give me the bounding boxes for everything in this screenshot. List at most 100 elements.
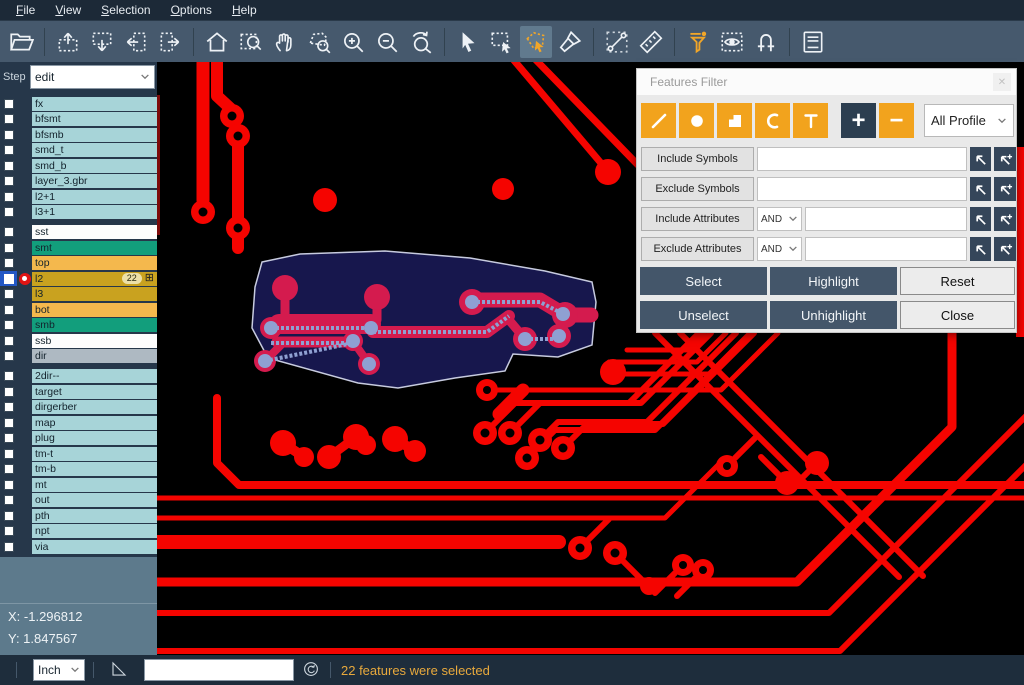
layer-bar-target[interactable]: target xyxy=(32,385,157,399)
layer-checkbox-l2+1[interactable] xyxy=(0,189,17,204)
zoom-previous-icon[interactable] xyxy=(405,26,437,58)
shift-down-icon[interactable] xyxy=(86,26,118,58)
snap-magnet-icon[interactable] xyxy=(750,26,782,58)
layer-checkbox-smd_t[interactable] xyxy=(0,143,17,158)
include-attributes-button[interactable]: Include Attributes xyxy=(641,207,754,231)
pan-hand-icon[interactable] xyxy=(269,26,301,58)
layer-bar-out[interactable]: out xyxy=(32,493,157,507)
layer-bar-smd_t[interactable]: smd_t xyxy=(32,143,157,157)
rect-select-icon[interactable] xyxy=(486,26,518,58)
clean-brush-icon[interactable] xyxy=(554,26,586,58)
menu-file[interactable]: File xyxy=(6,1,45,19)
assign-arrow-plus-icon[interactable] xyxy=(994,177,1016,201)
zoom-window-icon[interactable] xyxy=(235,26,267,58)
view-options-icon[interactable] xyxy=(716,26,748,58)
home-view-icon[interactable] xyxy=(201,26,233,58)
zoom-in-icon[interactable] xyxy=(337,26,369,58)
layer-checkbox-fx[interactable] xyxy=(0,96,17,111)
layer-bar-tm-b[interactable]: tm-b xyxy=(32,462,157,476)
add-filter-button[interactable]: + xyxy=(841,103,876,138)
exclude-symbols-input[interactable] xyxy=(757,177,967,201)
highlight-button[interactable]: Highlight xyxy=(770,267,897,295)
unhighlight-button[interactable]: Unhighlight xyxy=(770,301,897,329)
arc-tool-icon[interactable] xyxy=(755,103,790,138)
include-attributes-logic-dropdown[interactable]: AND xyxy=(757,207,802,231)
surface-tool-icon[interactable] xyxy=(717,103,752,138)
profile-dropdown[interactable]: All Profile xyxy=(924,104,1014,137)
layer-bar-bfsmt[interactable]: bfsmt xyxy=(32,112,157,126)
shift-up-icon[interactable] xyxy=(52,26,84,58)
units-dropdown[interactable]: Inch xyxy=(33,659,85,681)
layer-checkbox-tm-t[interactable] xyxy=(0,446,17,461)
layer-bar-2dir--[interactable]: 2dir-- xyxy=(32,369,157,383)
layer-checkbox-layer_3.gbr[interactable] xyxy=(0,174,17,189)
include-symbols-button[interactable]: Include Symbols xyxy=(641,147,754,171)
layer-checkbox-2dir--[interactable] xyxy=(0,369,17,384)
pointer-select-icon[interactable] xyxy=(452,26,484,58)
layer-checkbox-tm-b[interactable] xyxy=(0,462,17,477)
layer-bar-layer_3.gbr[interactable]: layer_3.gbr xyxy=(32,174,157,188)
poly-select-icon[interactable] xyxy=(520,26,552,58)
layer-bar-sst[interactable]: sst xyxy=(32,225,157,239)
layer-checkbox-dir[interactable] xyxy=(0,349,17,364)
layer-bar-top[interactable]: top xyxy=(32,256,157,270)
assign-arrow-icon[interactable] xyxy=(970,207,991,231)
unselect-button[interactable]: Unselect xyxy=(640,301,767,329)
layer-checkbox-bfsmt[interactable] xyxy=(0,112,17,127)
layer-checkbox-smb[interactable] xyxy=(0,318,17,333)
menu-help[interactable]: Help xyxy=(222,1,267,19)
exclude-attributes-logic-dropdown[interactable]: AND xyxy=(757,237,802,261)
assign-arrow-icon[interactable] xyxy=(970,147,991,171)
menu-options[interactable]: Options xyxy=(161,1,222,19)
pad-tool-icon[interactable] xyxy=(679,103,714,138)
include-symbols-input[interactable] xyxy=(757,147,967,171)
sync-icon[interactable] xyxy=(302,660,322,680)
layer-bar-l3+1[interactable]: l3+1 xyxy=(32,205,157,219)
zoom-drag-icon[interactable] xyxy=(303,26,335,58)
layer-checkbox-via[interactable] xyxy=(0,539,17,554)
layer-checkbox-sst[interactable] xyxy=(0,225,17,240)
shift-left-icon[interactable] xyxy=(120,26,152,58)
close-icon[interactable]: ✕ xyxy=(993,73,1011,91)
zoom-out-icon[interactable] xyxy=(371,26,403,58)
layer-bar-smd_b[interactable]: smd_b xyxy=(32,159,157,173)
layer-bar-plug[interactable]: plug xyxy=(32,431,157,445)
layer-checkbox-dirgerber[interactable] xyxy=(0,400,17,415)
text-tool-icon[interactable] xyxy=(793,103,828,138)
assign-arrow-icon[interactable] xyxy=(970,177,991,201)
layer-bar-map[interactable]: map xyxy=(32,416,157,430)
assign-arrow-icon[interactable] xyxy=(970,237,991,261)
layer-checkbox-l3[interactable] xyxy=(0,287,17,302)
exclude-symbols-button[interactable]: Exclude Symbols xyxy=(641,177,754,201)
assign-arrow-plus-icon[interactable] xyxy=(994,237,1016,261)
menu-selection[interactable]: Selection xyxy=(91,1,160,19)
layer-checkbox-ssb[interactable] xyxy=(0,333,17,348)
layer-checkbox-target[interactable] xyxy=(0,384,17,399)
layer-checkbox-map[interactable] xyxy=(0,415,17,430)
layer-checkbox-top[interactable] xyxy=(0,256,17,271)
layer-checkbox-mt[interactable] xyxy=(0,477,17,492)
layer-checkbox-pth[interactable] xyxy=(0,508,17,523)
layer-bar-smt[interactable]: smt xyxy=(32,241,157,255)
assign-arrow-plus-icon[interactable] xyxy=(994,147,1016,171)
menu-view[interactable]: View xyxy=(45,1,91,19)
line-tool-icon[interactable] xyxy=(641,103,676,138)
layers-list-icon[interactable] xyxy=(797,26,829,58)
grid-icon[interactable]: ⊞ xyxy=(145,273,154,284)
layer-bar-l2+1[interactable]: l2+1 xyxy=(32,190,157,204)
layer-checkbox-npt[interactable] xyxy=(0,524,17,539)
reset-button[interactable]: Reset xyxy=(900,267,1015,295)
assign-arrow-plus-icon[interactable] xyxy=(994,207,1016,231)
layer-bar-bfsmb[interactable]: bfsmb xyxy=(32,128,157,142)
layer-bar-via[interactable]: via xyxy=(32,540,157,554)
layer-bar-npt[interactable]: npt xyxy=(32,524,157,538)
command-input[interactable] xyxy=(144,659,294,681)
layer-checkbox-l3+1[interactable] xyxy=(0,205,17,220)
dialog-title-bar[interactable]: Features Filter ✕ xyxy=(637,69,1016,95)
layer-checkbox-bot[interactable] xyxy=(0,302,17,317)
layer-bar-tm-t[interactable]: tm-t xyxy=(32,447,157,461)
layer-checkbox-l2[interactable] xyxy=(0,271,17,286)
layer-checkbox-smt[interactable] xyxy=(0,240,17,255)
layer-bar-pth[interactable]: pth xyxy=(32,509,157,523)
layer-checkbox-plug[interactable] xyxy=(0,431,17,446)
